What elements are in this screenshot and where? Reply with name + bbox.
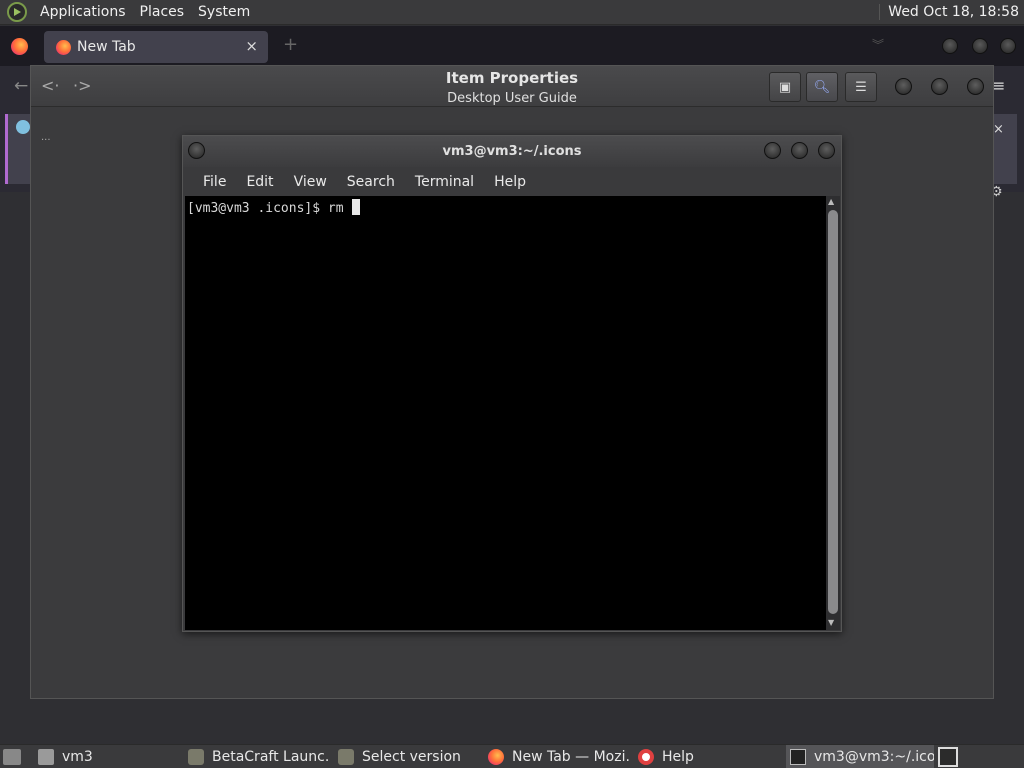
task-betacraft[interactable]: BetaCraft Launc... bbox=[188, 745, 330, 768]
folder-icon bbox=[38, 749, 54, 765]
java-icon bbox=[188, 749, 204, 765]
loading-dots: ... bbox=[41, 132, 51, 143]
task-help[interactable]: Help bbox=[638, 745, 780, 768]
firefox-tab[interactable]: New Tab × bbox=[44, 31, 268, 63]
task-label: vm3 bbox=[62, 749, 93, 765]
terminal-close-button[interactable] bbox=[818, 142, 835, 159]
top-panel: Applications Places System Wed Oct 18, 1… bbox=[0, 0, 1024, 25]
task-terminal[interactable]: vm3@vm3:~/.icons bbox=[786, 745, 934, 768]
show-desktop-icon[interactable] bbox=[3, 749, 21, 765]
help-headerbar: <· ·> Item Properties Desktop User Guide… bbox=[31, 66, 993, 107]
bottom-taskbar: vm3 BetaCraft Launc... Select version Ne… bbox=[0, 744, 1024, 768]
help-search-button[interactable]: 🔍︎ bbox=[806, 72, 838, 102]
task-label: Select version bbox=[362, 749, 461, 765]
menu-applications[interactable]: Applications bbox=[33, 4, 133, 20]
help-icon bbox=[638, 749, 654, 765]
new-tab-button[interactable]: + bbox=[283, 34, 298, 55]
task-firefox[interactable]: New Tab — Mozi... bbox=[488, 745, 630, 768]
task-select-version[interactable]: Select version bbox=[338, 745, 480, 768]
task-label: BetaCraft Launc... bbox=[212, 749, 330, 765]
bookmarks-button[interactable]: ▣ bbox=[769, 72, 801, 102]
terminal-window: vm3@vm3:~/.icons File Edit View Search T… bbox=[182, 135, 842, 632]
terminal-screen[interactable]: [vm3@vm3 .icons]$ rm bbox=[185, 196, 826, 630]
menu-places[interactable]: Places bbox=[133, 4, 192, 20]
distro-logo-icon[interactable] bbox=[7, 2, 27, 22]
firefox-tabbar: New Tab × + ︾ bbox=[0, 26, 1024, 66]
search-icon: 🔍︎ bbox=[813, 79, 831, 95]
scroll-up-icon[interactable]: ▲ bbox=[828, 197, 834, 206]
bookmark-icon: ▣ bbox=[778, 79, 792, 95]
task-vm3[interactable]: vm3 bbox=[38, 745, 178, 768]
terminal-menu-search[interactable]: Search bbox=[337, 174, 405, 190]
task-label: New Tab — Mozi... bbox=[512, 749, 630, 765]
terminal-titlebar[interactable]: vm3@vm3:~/.icons bbox=[183, 136, 841, 167]
task-label: Help bbox=[662, 749, 694, 765]
terminal-menu-edit[interactable]: Edit bbox=[236, 174, 283, 190]
terminal-cursor bbox=[352, 199, 361, 215]
close-tab-icon[interactable]: × bbox=[245, 37, 258, 55]
task-label: vm3@vm3:~/.icons bbox=[814, 749, 934, 765]
terminal-menubar: File Edit View Search Terminal Help bbox=[183, 167, 841, 196]
java-icon bbox=[338, 749, 354, 765]
firefox-menu-button[interactable]: ≡ bbox=[992, 76, 1005, 95]
hamburger-icon: ☰ bbox=[855, 79, 867, 95]
help-close-button[interactable] bbox=[967, 78, 984, 95]
terminal-prompt-line: [vm3@vm3 .icons]$ rm bbox=[187, 201, 352, 216]
terminal-menu-help[interactable]: Help bbox=[484, 174, 536, 190]
info-icon bbox=[16, 120, 30, 134]
firefox-tab-icon bbox=[56, 39, 71, 55]
firefox-maximize-button[interactable] bbox=[972, 38, 988, 54]
terminal-title: vm3@vm3:~/.icons bbox=[442, 144, 582, 159]
help-maximize-button[interactable] bbox=[931, 78, 948, 95]
terminal-maximize-button[interactable] bbox=[791, 142, 808, 159]
terminal-icon bbox=[790, 749, 806, 765]
firefox-close-button[interactable] bbox=[1000, 38, 1016, 54]
firefox-back-button[interactable]: ← bbox=[14, 76, 28, 96]
terminal-minimize-button[interactable] bbox=[764, 142, 781, 159]
terminal-menu-view[interactable]: View bbox=[284, 174, 337, 190]
panel-clock[interactable]: Wed Oct 18, 18:58 bbox=[879, 4, 1019, 20]
menu-system[interactable]: System bbox=[191, 4, 257, 20]
terminal-scrollbar[interactable]: ▲ ▼ bbox=[826, 196, 840, 630]
firefox-minimize-button[interactable] bbox=[942, 38, 958, 54]
scroll-down-icon[interactable]: ▼ bbox=[828, 618, 834, 627]
workspace-pager[interactable] bbox=[938, 747, 958, 767]
chevron-down-icon[interactable]: ︾ bbox=[872, 36, 884, 53]
firefox-icon bbox=[488, 749, 504, 765]
help-minimize-button[interactable] bbox=[895, 78, 912, 95]
firefox-icon[interactable] bbox=[11, 38, 28, 55]
terminal-menu-file[interactable]: File bbox=[193, 174, 236, 190]
scrollbar-thumb[interactable] bbox=[828, 210, 838, 614]
terminal-menu-terminal[interactable]: Terminal bbox=[405, 174, 484, 190]
notification-close-icon[interactable]: × bbox=[993, 122, 1004, 137]
help-menu-button[interactable]: ☰ bbox=[845, 72, 877, 102]
firefox-tab-label: New Tab bbox=[77, 39, 136, 55]
